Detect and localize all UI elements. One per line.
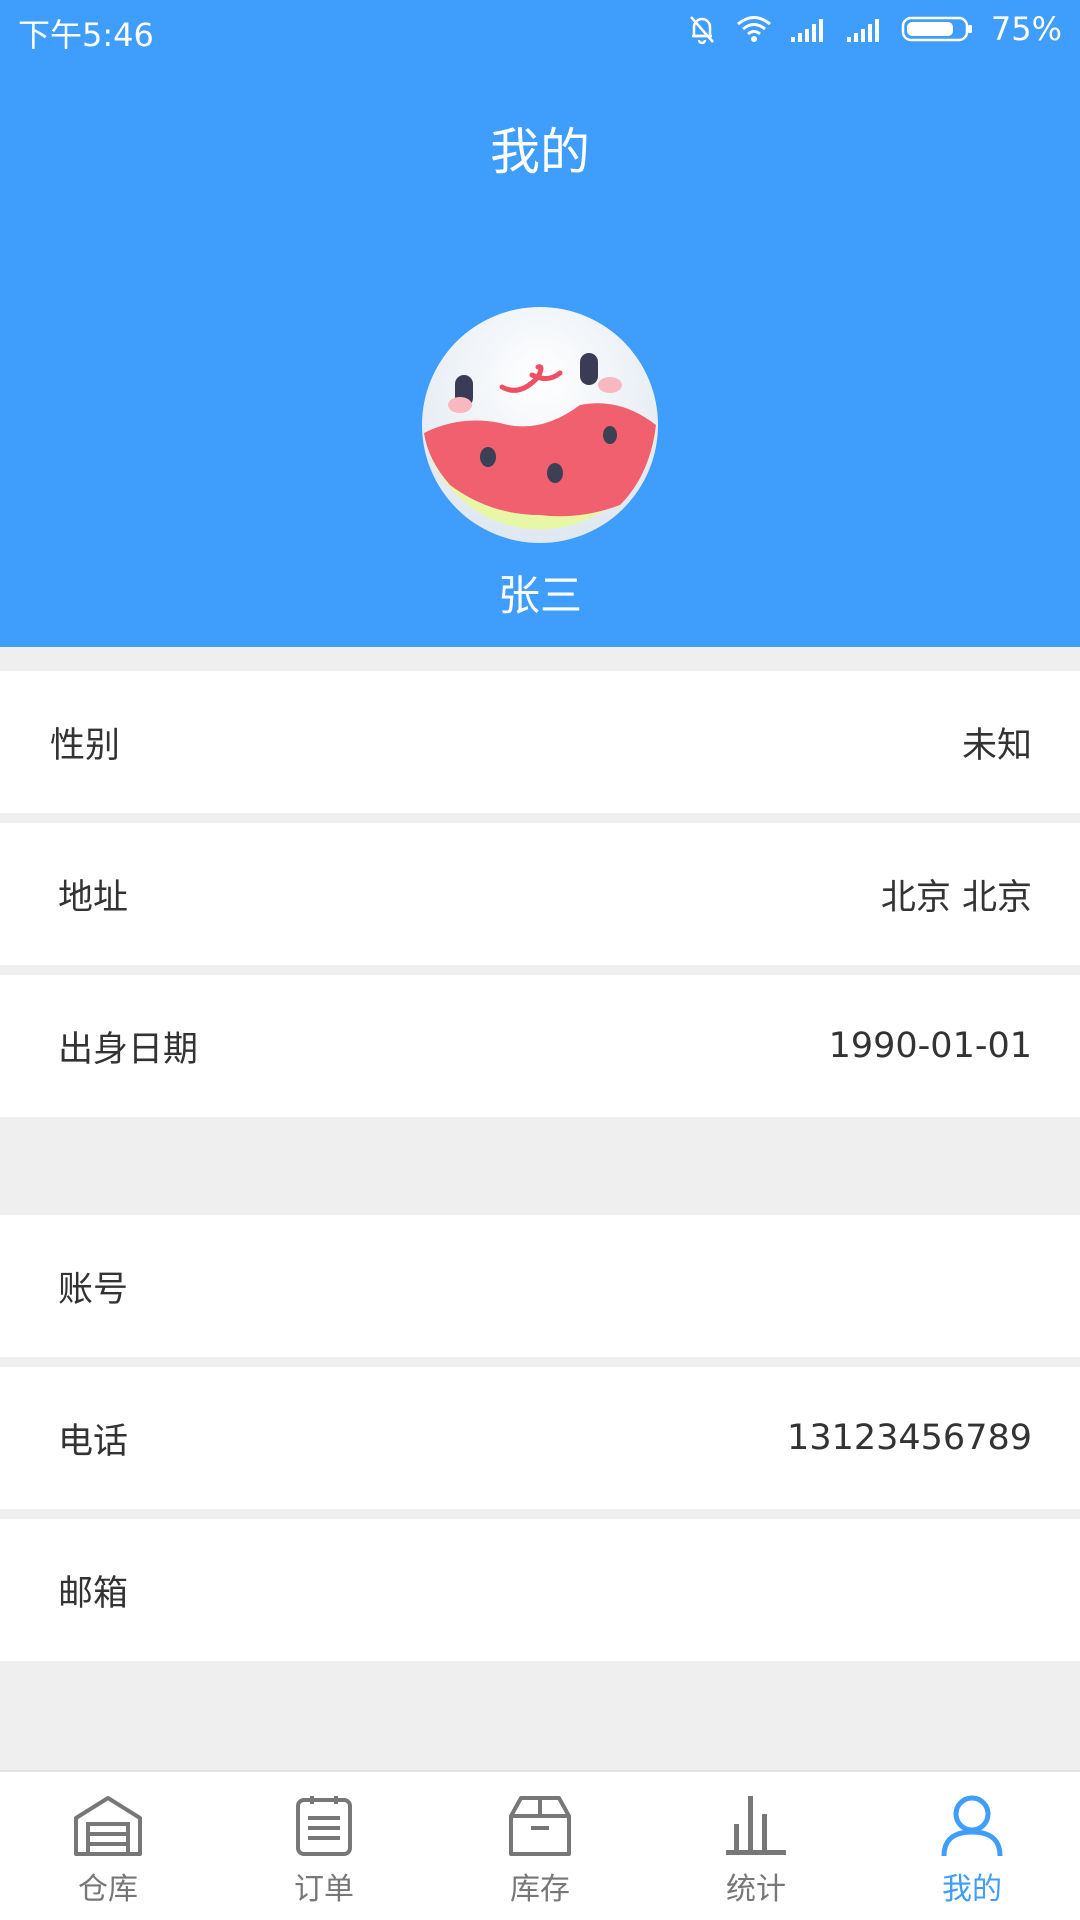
- phone-label: 电话: [58, 1421, 129, 1462]
- bottom-tab-bar: 仓库 订单 库存 统计 我的: [0, 1770, 1080, 1920]
- tab-orders-label: 订单: [294, 1872, 354, 1907]
- wifi-icon: [735, 14, 773, 44]
- bell-off-icon: [685, 12, 719, 46]
- page-title: 我的: [490, 123, 590, 181]
- profile-header: 下午5:46 75% 我的 张三: [0, 0, 1080, 647]
- birthday-row[interactable]: 出身日期 1990-01-01: [0, 975, 1080, 1117]
- tab-statistics[interactable]: 统计: [648, 1772, 864, 1920]
- gender-value: 未知: [961, 725, 1032, 766]
- tab-mine-label: 我的: [942, 1872, 1002, 1907]
- warehouse-icon: [72, 1794, 144, 1864]
- address-row[interactable]: 地址 北京 北京: [0, 823, 1080, 965]
- tab-mine[interactable]: 我的: [864, 1772, 1080, 1920]
- address-value: 北京 北京: [880, 877, 1032, 918]
- phone-row[interactable]: 电话 13123456789: [0, 1367, 1080, 1509]
- tab-warehouse-label: 仓库: [78, 1872, 138, 1907]
- status-icons: 75%: [685, 10, 1062, 48]
- bar-chart-icon: [722, 1794, 790, 1864]
- status-time: 下午5:46: [18, 16, 154, 54]
- user-name: 张三: [497, 571, 582, 620]
- tab-orders[interactable]: 订单: [216, 1772, 432, 1920]
- box-icon: [507, 1794, 573, 1864]
- signal-icon: [789, 15, 829, 43]
- email-row[interactable]: 邮箱: [0, 1519, 1080, 1661]
- battery-icon: [901, 14, 975, 44]
- tab-inventory[interactable]: 库存: [432, 1772, 648, 1920]
- gender-label: 性别: [50, 725, 121, 766]
- birthday-label: 出身日期: [58, 1029, 199, 1070]
- phone-value: 13123456789: [787, 1418, 1032, 1458]
- email-label: 邮箱: [58, 1573, 129, 1614]
- tab-warehouse[interactable]: 仓库: [0, 1772, 216, 1920]
- gender-row[interactable]: 性别 未知: [0, 671, 1080, 813]
- account-row[interactable]: 账号: [0, 1215, 1080, 1357]
- user-icon: [938, 1794, 1006, 1864]
- birthday-value: 1990-01-01: [828, 1026, 1032, 1066]
- tab-inventory-label: 库存: [510, 1872, 570, 1907]
- tab-statistics-label: 统计: [726, 1872, 786, 1907]
- signal-icon: [845, 15, 885, 43]
- order-list-icon: [294, 1794, 354, 1864]
- address-label: 地址: [58, 877, 129, 918]
- avatar[interactable]: [420, 305, 660, 545]
- status-bar: 下午5:46 75%: [0, 0, 1080, 60]
- battery-level: 75%: [990, 10, 1062, 48]
- account-label: 账号: [58, 1269, 129, 1310]
